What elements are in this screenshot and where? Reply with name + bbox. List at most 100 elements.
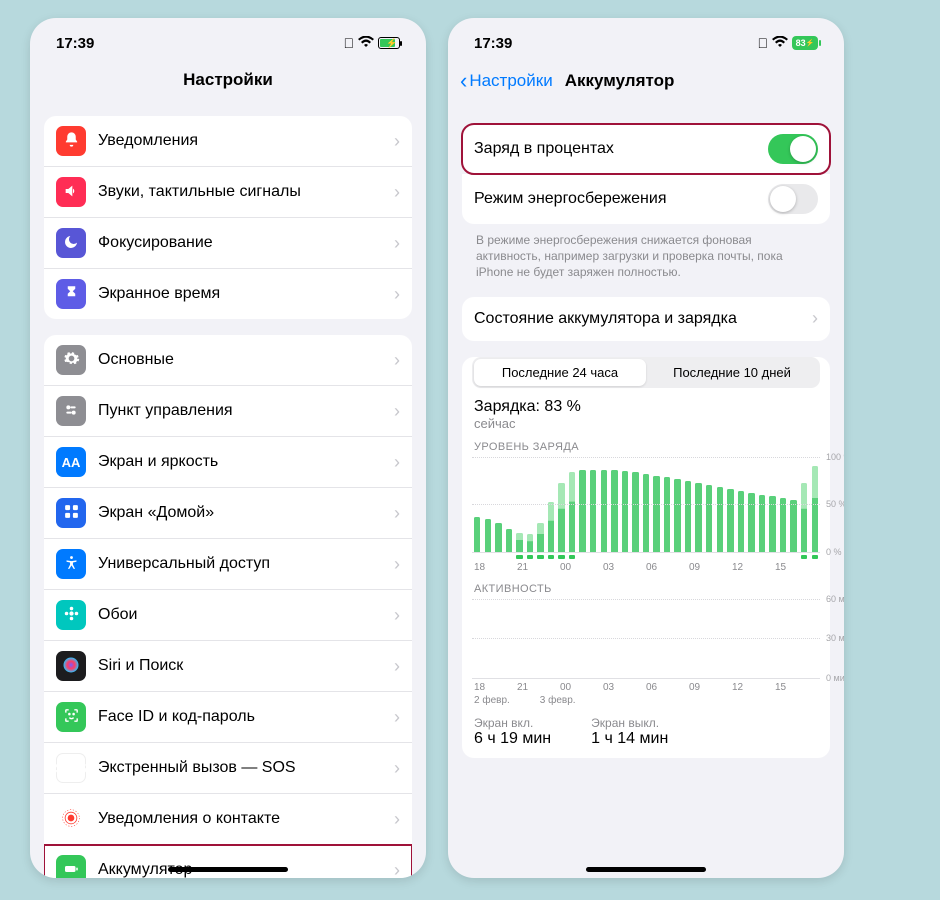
charge-title: Зарядка: 83 % bbox=[474, 398, 818, 416]
row-label: Уведомления о контакте bbox=[98, 810, 394, 828]
settings-group-2: Основные›Пункт управления›AAЭкран и ярко… bbox=[44, 335, 412, 878]
settings-row-face[interactable]: Face ID и код-пароль› bbox=[44, 692, 412, 743]
activity-header: АКТИВНОСТЬ bbox=[462, 573, 830, 599]
toggle-low-power[interactable] bbox=[768, 184, 818, 214]
nav-header: ‹ Настройки Аккумулятор bbox=[448, 58, 844, 102]
grid-icon bbox=[56, 498, 86, 528]
screen-on-label: Экран вкл. bbox=[474, 716, 551, 730]
charge-subtitle: сейчас bbox=[474, 416, 818, 431]
face-icon bbox=[56, 702, 86, 732]
gear-icon bbox=[56, 345, 86, 375]
settings-row-hourglass[interactable]: Экранное время› bbox=[44, 269, 412, 319]
chevron-right-icon: › bbox=[394, 452, 400, 473]
chevron-right-icon: › bbox=[394, 401, 400, 422]
cellular-icon: 􀙇 bbox=[344, 35, 355, 51]
switches-icon bbox=[56, 396, 86, 426]
sos-icon: SOS bbox=[56, 753, 86, 783]
settings-row-dotred[interactable]: Уведомления о контакте› bbox=[44, 794, 412, 845]
time-range-segment[interactable]: Последние 24 часа Последние 10 дней bbox=[472, 357, 820, 388]
chevron-right-icon: › bbox=[394, 860, 400, 879]
chevron-right-icon: › bbox=[394, 656, 400, 677]
toggle-battery-percent[interactable] bbox=[768, 134, 818, 164]
battery-health-row[interactable]: Состояние аккумулятора и зарядка › bbox=[462, 297, 830, 341]
row-label: Универсальный доступ bbox=[98, 555, 394, 573]
seg-10d[interactable]: Последние 10 дней bbox=[646, 359, 818, 386]
settings-row-moon[interactable]: Фокусирование› bbox=[44, 218, 412, 269]
battery-icon: 83⚡ bbox=[792, 36, 818, 50]
chevron-right-icon: › bbox=[394, 554, 400, 575]
row-label: Экран «Домой» bbox=[98, 504, 394, 522]
back-label: Настройки bbox=[469, 71, 552, 91]
settings-row-flower[interactable]: Обои› bbox=[44, 590, 412, 641]
row-label: Face ID и код-пароль bbox=[98, 708, 394, 726]
seg-24h[interactable]: Последние 24 часа bbox=[474, 359, 646, 386]
settings-row-grid[interactable]: Экран «Домой»› bbox=[44, 488, 412, 539]
level-header: УРОВЕНЬ ЗАРЯДА bbox=[462, 431, 830, 457]
row-label: Пункт управления bbox=[98, 402, 394, 420]
dotred-icon bbox=[56, 804, 86, 834]
home-indicator[interactable] bbox=[168, 867, 288, 872]
low-power-row[interactable]: Режим энергосбережения bbox=[462, 174, 830, 224]
chevron-right-icon: › bbox=[394, 707, 400, 728]
speaker-icon bbox=[56, 177, 86, 207]
row-label: Фокусирование bbox=[98, 234, 394, 252]
row-label: Уведомления bbox=[98, 132, 394, 150]
home-indicator[interactable] bbox=[586, 867, 706, 872]
screen-on-value: 6 ч 19 мин bbox=[474, 730, 551, 748]
battery-percent-row[interactable]: Заряд в процентах bbox=[462, 124, 830, 174]
settings-row-access[interactable]: Универсальный доступ› bbox=[44, 539, 412, 590]
settings-row-aa[interactable]: AA Экран и яркость› bbox=[44, 437, 412, 488]
settings-row-switches[interactable]: Пункт управления› bbox=[44, 386, 412, 437]
status-bar: 17:39 􀙇 83⚡ bbox=[448, 18, 844, 58]
chevron-right-icon: › bbox=[394, 503, 400, 524]
settings-row-speaker[interactable]: Звуки, тактильные сигналы› bbox=[44, 167, 412, 218]
battery-icon bbox=[56, 855, 86, 878]
hourglass-icon bbox=[56, 279, 86, 309]
settings-group-1: Уведомления›Звуки, тактильные сигналы›Фо… bbox=[44, 116, 412, 319]
date-label: 2 февр. bbox=[474, 695, 510, 706]
row-label: Siri и Поиск bbox=[98, 657, 394, 675]
status-icons: 􀙇 83⚡ bbox=[758, 35, 819, 51]
chevron-right-icon: › bbox=[394, 809, 400, 830]
settings-row-battery[interactable]: Аккумулятор› bbox=[44, 845, 412, 878]
row-label: Основные bbox=[98, 351, 394, 369]
siri-icon bbox=[56, 651, 86, 681]
screen-off-value: 1 ч 14 мин bbox=[591, 730, 668, 748]
access-icon bbox=[56, 549, 86, 579]
row-label: Экстренный вызов — SOS bbox=[98, 759, 394, 777]
settings-row-siri[interactable]: Siri и Поиск› bbox=[44, 641, 412, 692]
row-label: Обои bbox=[98, 606, 394, 624]
screen-off-label: Экран выкл. bbox=[591, 716, 668, 730]
chevron-right-icon: › bbox=[394, 350, 400, 371]
settings-row-bell[interactable]: Уведомления› bbox=[44, 116, 412, 167]
back-button[interactable]: ‹ Настройки bbox=[460, 70, 553, 92]
row-label: Экранное время bbox=[98, 285, 394, 303]
row-label: Состояние аккумулятора и зарядка bbox=[474, 310, 812, 328]
chevron-left-icon: ‹ bbox=[460, 70, 467, 92]
moon-icon bbox=[56, 228, 86, 258]
clock: 17:39 bbox=[474, 35, 512, 52]
aa-icon: AA bbox=[56, 447, 86, 477]
date-label: 3 февр. bbox=[540, 695, 576, 706]
cellular-icon: 􀙇 bbox=[758, 35, 769, 51]
status-icons: 􀙇 ⚡ bbox=[344, 35, 401, 51]
row-label: Экран и яркость bbox=[98, 453, 394, 471]
chevron-right-icon: › bbox=[394, 233, 400, 254]
clock: 17:39 bbox=[56, 35, 94, 52]
battery-icon: ⚡ bbox=[378, 37, 400, 49]
status-bar: 17:39 􀙇 ⚡ bbox=[30, 18, 426, 58]
flower-icon bbox=[56, 600, 86, 630]
row-label: Режим энергосбережения bbox=[474, 190, 768, 208]
row-label: Заряд в процентах bbox=[474, 140, 768, 158]
chevron-right-icon: › bbox=[394, 758, 400, 779]
bell-icon bbox=[56, 126, 86, 156]
settings-row-sos[interactable]: SOS Экстренный вызов — SOS› bbox=[44, 743, 412, 794]
chevron-right-icon: › bbox=[812, 308, 818, 329]
low-power-footnote: В режиме энергосбережения снижается фоно… bbox=[462, 224, 830, 281]
settings-row-gear[interactable]: Основные› bbox=[44, 335, 412, 386]
chevron-right-icon: › bbox=[394, 131, 400, 152]
settings-screen: 17:39 􀙇 ⚡ Настройки Уведомления›Звуки, т… bbox=[30, 18, 426, 878]
page-title: Аккумулятор bbox=[565, 71, 675, 91]
page-title: Настройки bbox=[30, 58, 426, 100]
battery-screen: 17:39 􀙇 83⚡ ‹ Настройки Аккумулятор Заря… bbox=[448, 18, 844, 878]
